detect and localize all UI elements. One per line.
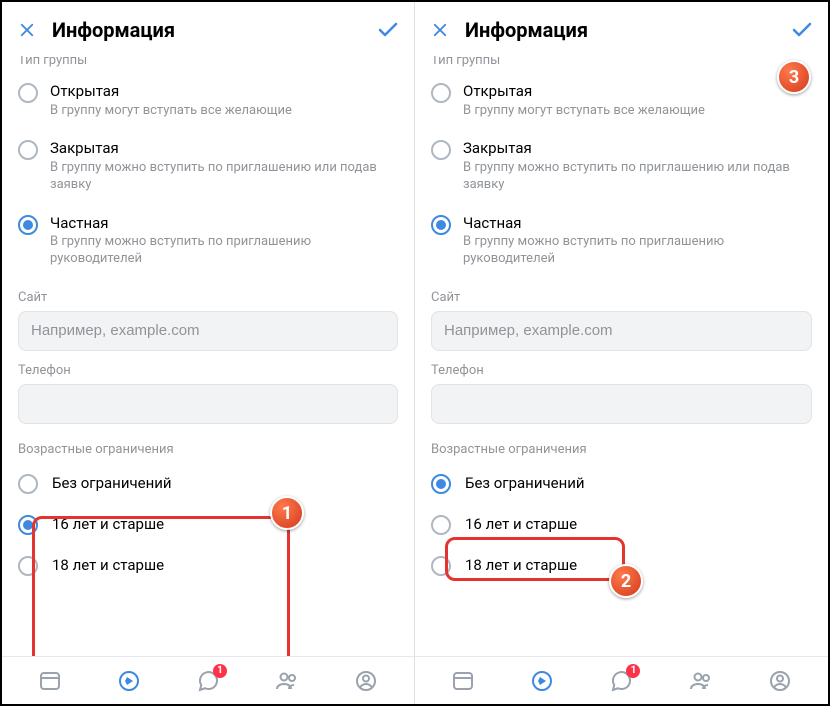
content-left: Тип группы Открытая В группу могут вступ… [2,56,414,656]
radio-title: Закрытая [50,139,398,159]
radio-icon-selected [431,474,451,494]
radio-icon-selected [18,215,38,235]
radio-icon [431,515,451,535]
tabbar: 1 [2,656,414,704]
radio-icon [431,140,451,160]
age-section: Возрастные ограничения Без ограничений 1… [415,442,828,586]
radio-icon [18,140,38,160]
tab-discover-icon[interactable] [529,668,555,694]
age-option-18[interactable]: 18 лет и старше [18,545,398,586]
age-label: Возрастные ограничения [18,442,398,457]
radio-desc: В группу можно вступить по приглашению р… [463,234,812,268]
radio-title: Частная [463,214,812,234]
group-type-closed[interactable]: Закрытая В группу можно вступить по приг… [415,129,828,203]
messages-badge: 1 [213,664,227,678]
phone-field-block: Телефон [2,363,414,424]
tab-profile-icon[interactable] [353,668,379,694]
group-type-label: Тип группы [415,56,828,72]
age-option-label: 18 лет и старше [465,556,577,574]
page-title: Информация [52,18,374,42]
phone-input[interactable] [431,384,812,424]
age-option-16[interactable]: 16 лет и старше [18,504,398,545]
radio-icon-selected [431,215,451,235]
group-type-open[interactable]: Открытая В группу могут вступать все жел… [2,72,414,129]
tab-messages-icon[interactable]: 1 [608,668,634,694]
radio-desc: В группу могут вступать все желающие [50,103,292,120]
age-option-label: Без ограничений [52,474,172,492]
radio-title: Частная [50,214,398,234]
age-option-label: 16 лет и старше [52,515,164,533]
group-type-label: Тип группы [2,56,414,72]
site-field-block: Сайт [2,290,414,351]
content-right: Тип группы Открытая В группу могут вступ… [415,56,828,656]
group-type-closed[interactable]: Закрытая В группу можно вступить по приг… [2,129,414,203]
site-input[interactable] [431,311,812,351]
page-title: Информация [465,18,788,42]
confirm-check-icon[interactable] [374,16,402,44]
confirm-check-icon[interactable] [788,16,816,44]
age-option-16[interactable]: 16 лет и старше [431,504,812,545]
age-section: Возрастные ограничения Без ограничений 1… [2,442,414,586]
tab-discover-icon[interactable] [116,668,142,694]
age-option-none[interactable]: Без ограничений [431,463,812,504]
panel-left: Информация Тип группы Открытая В группу … [2,2,415,704]
phone-input[interactable] [18,384,398,424]
radio-icon [431,556,451,576]
age-option-label: 16 лет и старше [465,515,577,533]
radio-desc: В группу можно вступить по приглашению р… [50,234,398,268]
radio-icon [431,83,451,103]
age-option-18[interactable]: 18 лет и старше [431,545,812,586]
site-label: Сайт [431,290,812,305]
radio-icon-selected [18,515,38,535]
tab-news-icon[interactable] [450,668,476,694]
tab-news-icon[interactable] [37,668,63,694]
header: Информация [415,2,828,56]
group-type-private[interactable]: Частная В группу можно вступить по пригл… [415,204,828,278]
radio-icon [18,83,38,103]
radio-title: Открытая [463,82,705,102]
age-label: Возрастные ограничения [431,442,812,457]
radio-desc: В группу можно вступить по приглашению и… [50,160,398,194]
tab-profile-icon[interactable] [767,668,793,694]
phone-label: Телефон [18,363,398,378]
header: Информация [2,2,414,56]
age-option-label: 18 лет и старше [52,556,164,574]
radio-icon [18,556,38,576]
radio-title: Открытая [50,82,292,102]
messages-badge: 1 [626,664,640,678]
panel-right: Информация Тип группы Открытая В группу … [415,2,828,704]
phone-field-block: Телефон [415,363,828,424]
radio-icon [18,474,38,494]
close-icon[interactable] [429,19,451,41]
group-type-open[interactable]: Открытая В группу могут вступать все жел… [415,72,828,129]
site-input[interactable] [18,311,398,351]
radio-title: Закрытая [463,139,812,159]
tab-friends-icon[interactable] [274,668,300,694]
group-type-private[interactable]: Частная В группу можно вступить по пригл… [2,204,414,278]
site-label: Сайт [18,290,398,305]
tabbar: 1 [415,656,828,704]
radio-desc: В группу можно вступить по приглашению и… [463,160,812,194]
age-option-label: Без ограничений [465,474,585,492]
site-field-block: Сайт [415,290,828,351]
close-icon[interactable] [16,19,38,41]
tab-friends-icon[interactable] [688,668,714,694]
radio-desc: В группу могут вступать все желающие [463,103,705,120]
age-option-none[interactable]: Без ограничений [18,463,398,504]
phone-label: Телефон [431,363,812,378]
tab-messages-icon[interactable]: 1 [195,668,221,694]
